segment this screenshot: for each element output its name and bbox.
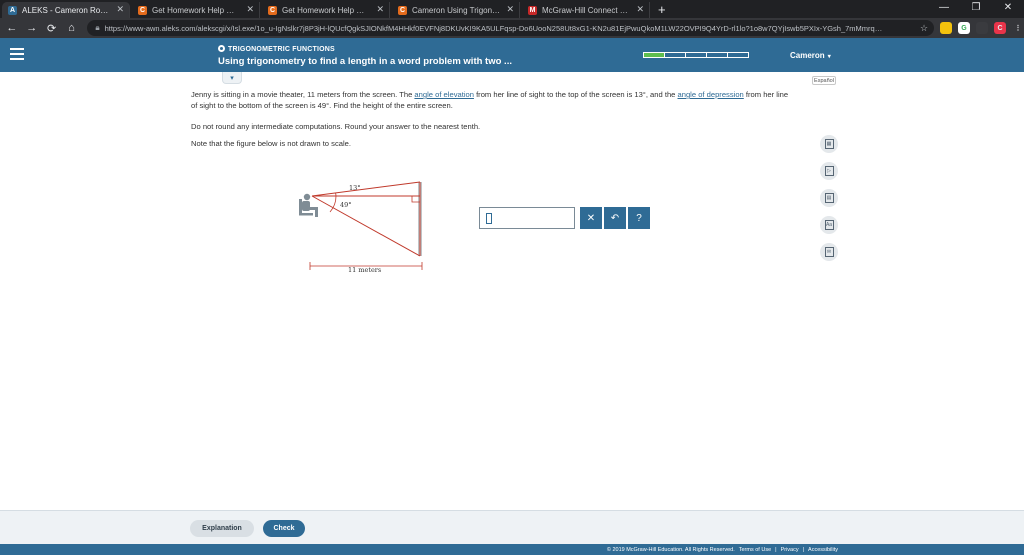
video-icon: ▷ <box>824 166 834 176</box>
topic-status-icon <box>218 45 225 52</box>
chevron-down-icon: ▾ <box>827 54 831 60</box>
angle-top-label: 13° <box>349 184 361 192</box>
extension-icon-1[interactable]: G <box>958 22 971 34</box>
tab-close-icon[interactable]: ✕ <box>116 4 124 15</box>
close-window-button[interactable]: ✕ <box>992 0 1024 18</box>
progress-segment <box>643 52 664 58</box>
depression-arc <box>329 195 337 213</box>
url-input[interactable]: 🔒︎ https://www-awn.aleks.com/alekscgi/x/… <box>87 20 935 36</box>
progress-segment <box>706 52 727 58</box>
copyright-bar: © 2019 McGraw-Hill Education. All Rights… <box>0 544 1024 555</box>
extension-icon-2[interactable] <box>976 22 989 34</box>
input-cursor <box>486 213 492 224</box>
user-menu[interactable]: Cameron ▾ <box>790 51 831 60</box>
tab-close-icon[interactable]: ✕ <box>636 4 644 15</box>
footer-bar: Explanation Check <box>0 510 1024 544</box>
clear-button[interactable]: ✕ <box>580 207 602 229</box>
privacy-link[interactable]: Privacy <box>781 547 799 553</box>
calculator-button[interactable]: ▦ <box>820 135 838 153</box>
tab-label: ALEKS - Cameron Roushey - Lea <box>22 5 111 15</box>
browser-tab-3[interactable]: C Cameron Using Trigonometry To ✕ <box>392 2 520 18</box>
message-icon: ✉ <box>824 247 834 257</box>
line-to-top <box>311 181 421 197</box>
progress-segment <box>685 52 706 58</box>
help-button[interactable]: ? <box>628 207 650 229</box>
minimize-button[interactable]: — <box>928 0 960 18</box>
browser-tab-strip: A ALEKS - Cameron Roushey - Lea ✕ C Get Home… <box>0 0 1024 18</box>
window-controls: — ❐ ✕ <box>928 0 1024 18</box>
line-to-bottom <box>311 195 421 257</box>
instructions-text: Do not round any intermediate computatio… <box>191 122 481 131</box>
browser-tab-1[interactable]: C Get Homework Help With Chegg ✕ <box>132 2 260 18</box>
extension-icon-3[interactable]: C <box>994 22 1007 34</box>
lock-icon: 🔒︎ <box>95 23 100 32</box>
forward-button[interactable]: → <box>24 22 40 34</box>
tab-favicon-icon: C <box>138 6 147 15</box>
tab-close-icon[interactable]: ✕ <box>246 4 254 15</box>
menu-icon[interactable] <box>10 48 24 60</box>
tab-close-icon[interactable]: ✕ <box>376 4 384 15</box>
accessibility-link[interactable]: Accessibility <box>808 547 838 553</box>
problem-statement: Jenny is sitting in a movie theater, 11 … <box>191 90 789 110</box>
problem-figure: 13° 49° 11 meters <box>299 181 423 274</box>
progress-segment <box>727 52 749 58</box>
tab-favicon-icon: C <box>398 6 407 15</box>
tab-close-icon[interactable]: ✕ <box>506 4 514 15</box>
video-button[interactable]: ▷ <box>820 162 838 180</box>
message-button[interactable]: ✉ <box>820 243 838 261</box>
glossary-icon: Aa <box>824 220 834 230</box>
angle-of-elevation-link[interactable]: angle of elevation <box>414 90 474 99</box>
answer-input[interactable] <box>479 207 575 229</box>
tab-favicon-icon: C <box>268 6 277 15</box>
tab-label: Cameron Using Trigonometry To <box>412 5 501 15</box>
calculator-icon: ▦ <box>824 139 834 149</box>
url-text: https://www-awn.aleks.com/alekscgi/x/Isl… <box>104 23 885 33</box>
reload-button[interactable]: ⟳ <box>44 22 60 35</box>
undo-button[interactable]: ↶ <box>604 207 626 229</box>
extension-icon-4[interactable]: ⋮ <box>1012 22 1024 34</box>
tab-label: Get Homework Help With Chegg <box>282 5 371 15</box>
explanation-button[interactable]: Explanation <box>190 520 254 537</box>
topic-title: Using trigonometry to find a length in a… <box>218 56 512 67</box>
textbook-icon: ▤ <box>824 193 834 203</box>
maximize-button[interactable]: ❐ <box>960 0 992 18</box>
angle-bottom-label: 49° <box>340 201 352 209</box>
bookmark-star-icon[interactable]: ☆ <box>920 23 928 34</box>
tab-favicon-icon: A <box>8 6 17 15</box>
tab-list: A ALEKS - Cameron Roushey - Lea ✕ C Get Home… <box>0 0 650 18</box>
new-tab-button[interactable]: + <box>658 3 666 17</box>
address-bar: ← → ⟳ ⌂ 🔒︎ https://www-awn.aleks.com/ale… <box>0 18 1024 38</box>
progress-segment <box>664 52 685 58</box>
tab-label: McGraw-Hill Connect Math <box>542 5 631 15</box>
browser-tab-2[interactable]: C Get Homework Help With Chegg ✕ <box>262 2 390 18</box>
side-tools: ▦ ▷ ▤ Aa ✉ <box>820 135 840 270</box>
collapse-header-button[interactable]: ▾ <box>222 72 242 84</box>
check-button[interactable]: Check <box>263 520 305 537</box>
progress-bar <box>643 52 749 58</box>
language-button[interactable]: Español <box>812 76 836 85</box>
browser-tab-0[interactable]: A ALEKS - Cameron Roushey - Lea ✕ <box>2 2 130 18</box>
distance-label: 11 meters <box>348 266 381 274</box>
note-text: Note that the figure below is not drawn … <box>191 139 351 148</box>
tab-favicon-icon: M <box>528 6 537 15</box>
extensions-area: G C ⋮ <box>934 22 1024 34</box>
browser-tab-4[interactable]: M McGraw-Hill Connect Math ✕ <box>522 2 650 18</box>
extension-icon-0[interactable] <box>940 22 953 34</box>
back-button[interactable]: ← <box>4 22 20 34</box>
home-button[interactable]: ⌂ <box>63 22 79 34</box>
glossary-button[interactable]: Aa <box>820 216 838 234</box>
textbook-button[interactable]: ▤ <box>820 189 838 207</box>
terms-link[interactable]: Terms of Use <box>739 547 771 553</box>
tab-label: Get Homework Help With Chegg <box>152 5 241 15</box>
answer-tools: ✕ ↶? <box>580 207 652 229</box>
copyright-text: © 2019 McGraw-Hill Education. All Rights… <box>606 546 735 553</box>
topic-category: TRIGONOMETRIC FUNCTIONS <box>218 45 335 53</box>
aleks-header: TRIGONOMETRIC FUNCTIONS Using trigonomet… <box>0 38 1024 72</box>
angle-of-depression-link[interactable]: angle of depression <box>678 90 744 99</box>
